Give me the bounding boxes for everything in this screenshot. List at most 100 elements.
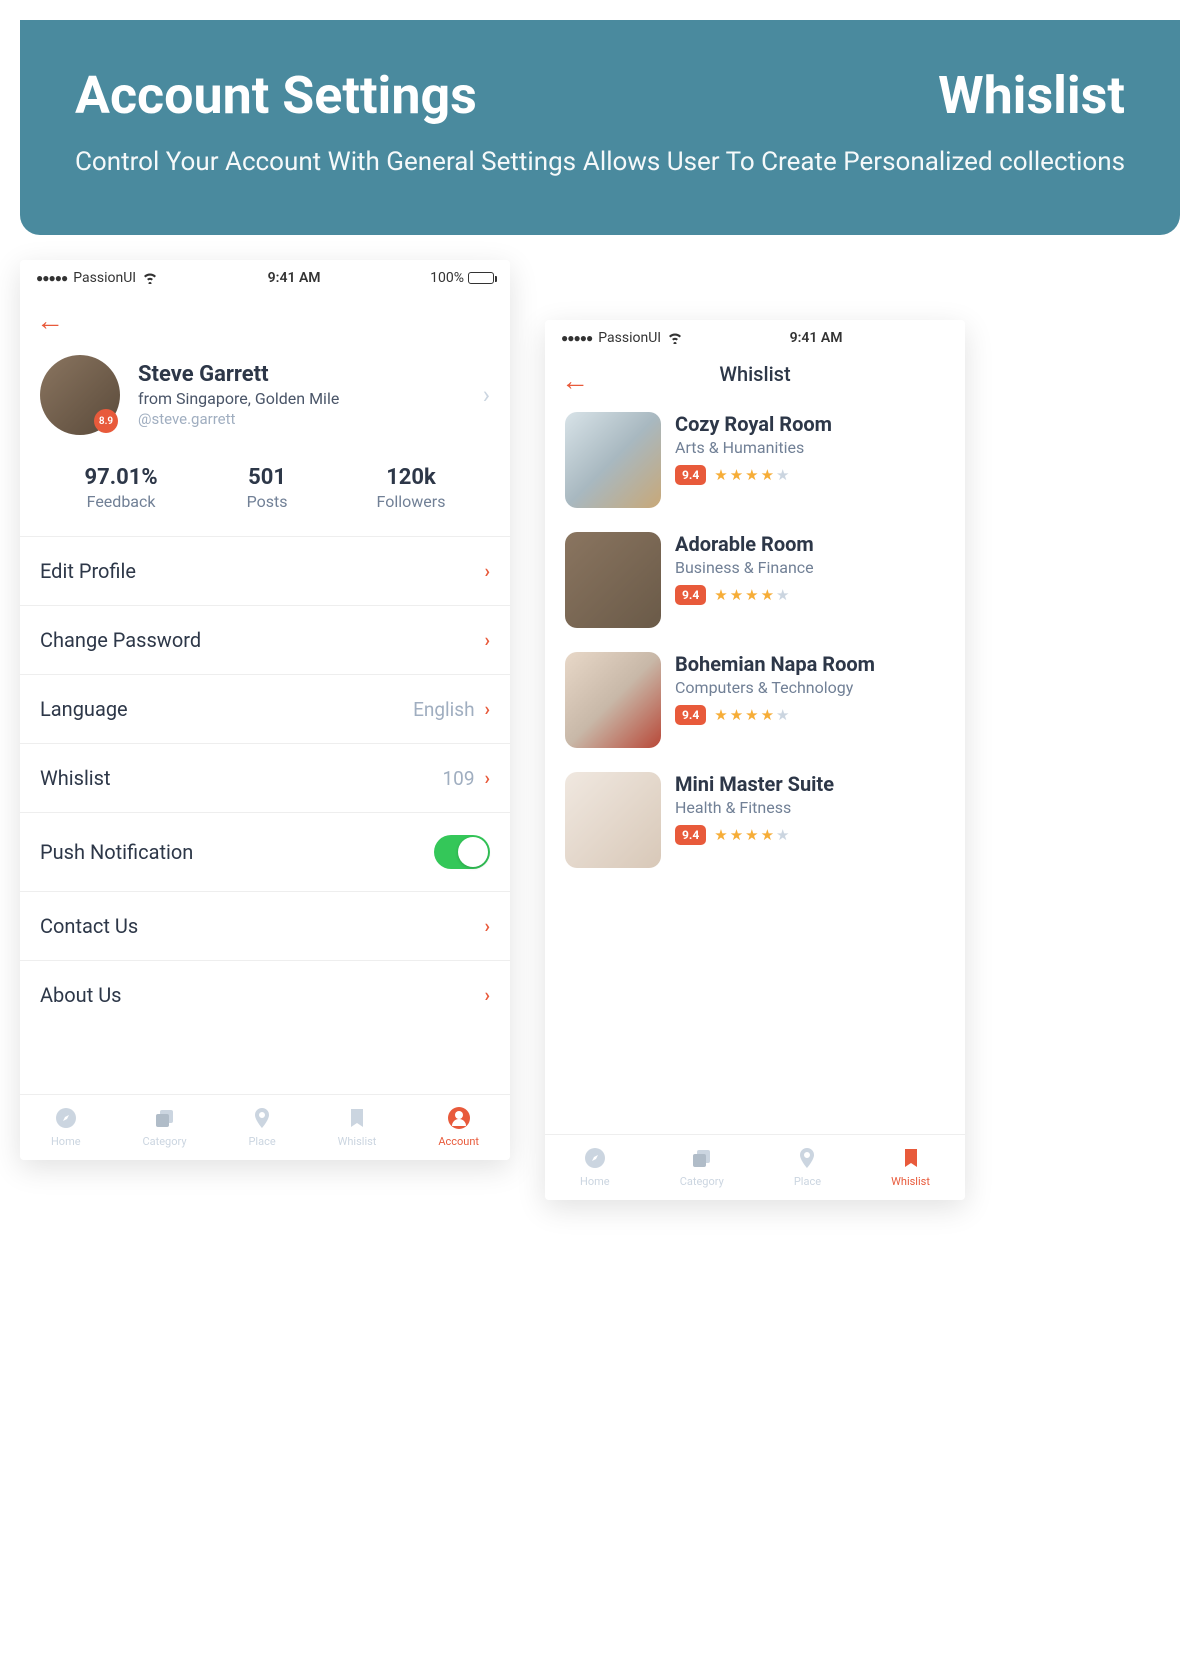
page-title: Whislist xyxy=(545,356,965,404)
wishlist-category: Health & Fitness xyxy=(675,798,945,817)
wishlist-item[interactable]: Mini Master Suite Health & Fitness 9.4 ★… xyxy=(545,764,965,884)
wishlist-name: Mini Master Suite xyxy=(675,772,945,796)
stat-followers: 120k Followers xyxy=(377,465,446,511)
wishlist-item[interactable]: Bohemian Napa Room Computers & Technolog… xyxy=(545,644,965,764)
bookmark-icon xyxy=(344,1105,370,1131)
tab-whislist[interactable]: Whislist xyxy=(891,1145,930,1188)
menu-change-password[interactable]: Change Password › xyxy=(20,606,510,675)
wishlist-category: Arts & Humanities xyxy=(675,438,945,457)
tab-category[interactable]: Category xyxy=(680,1145,724,1188)
menu-label: Whislist xyxy=(40,766,111,790)
menu-contact-us[interactable]: Contact Us › xyxy=(20,892,510,961)
tab-home[interactable]: Home xyxy=(580,1145,610,1188)
tab-label: Place xyxy=(248,1135,275,1148)
compass-icon xyxy=(582,1145,608,1171)
signal-dots-icon: ●●●●● xyxy=(561,331,592,345)
menu-label: Change Password xyxy=(40,628,201,652)
tab-category[interactable]: Category xyxy=(142,1105,186,1148)
tab-bar: Home Category Place Whislist Account xyxy=(20,1094,510,1160)
wishlist-item[interactable]: Cozy Royal Room Arts & Humanities 9.4 ★★… xyxy=(545,404,965,524)
wifi-icon xyxy=(667,332,683,344)
back-button[interactable]: ← xyxy=(20,296,510,345)
wishlist-item[interactable]: Adorable Room Business & Finance 9.4 ★★★… xyxy=(545,524,965,644)
bookmark-icon xyxy=(898,1145,924,1171)
header-left-col: Account Settings Control Your Account Wi… xyxy=(75,65,576,180)
chevron-right-icon: › xyxy=(485,630,490,651)
carrier-label: PassionUI xyxy=(73,270,136,286)
phone-whislist: ●●●●● PassionUI 9:41 AM ← Whislist Cozy … xyxy=(545,320,965,1200)
wishlist-name: Adorable Room xyxy=(675,532,945,556)
menu-label: Contact Us xyxy=(40,914,138,938)
wishlist-thumb xyxy=(565,412,661,508)
back-button[interactable]: ← xyxy=(545,356,605,405)
menu-label: Language xyxy=(40,697,128,721)
menu-language[interactable]: Language English › xyxy=(20,675,510,744)
wishlist-name: Bohemian Napa Room xyxy=(675,652,945,676)
stat-feedback: 97.01% Feedback xyxy=(85,465,158,511)
stars-icon: ★★★★★ xyxy=(714,706,791,724)
tab-label: Category xyxy=(680,1175,724,1188)
rating-badge: 9.4 xyxy=(675,705,706,725)
phone-account-settings: ●●●●● PassionUI 9:41 AM 100% ← 8.9 Steve… xyxy=(20,260,510,1160)
wishlist-category: Computers & Technology xyxy=(675,678,945,697)
whislist-count: 109 xyxy=(443,767,475,790)
stat-feedback-value: 97.01% xyxy=(85,465,158,490)
stat-feedback-label: Feedback xyxy=(85,492,158,511)
stat-followers-label: Followers xyxy=(377,492,446,511)
layers-icon xyxy=(152,1105,178,1131)
stars-icon: ★★★★★ xyxy=(714,826,791,844)
language-value: English xyxy=(413,698,474,721)
header-right-sub: Allows User To Create Personalized colle… xyxy=(583,144,1125,180)
tab-home[interactable]: Home xyxy=(51,1105,81,1148)
menu-label: Push Notification xyxy=(40,840,193,864)
profile-name: Steve Garrett xyxy=(138,362,465,387)
wishlist-name: Cozy Royal Room xyxy=(675,412,945,436)
menu-whislist[interactable]: Whislist 109 › xyxy=(20,744,510,813)
menu-label: About Us xyxy=(40,983,122,1007)
wifi-icon xyxy=(142,272,158,284)
chevron-right-icon: › xyxy=(485,916,490,937)
chevron-right-icon: › xyxy=(485,561,490,582)
tab-label: Whislist xyxy=(891,1175,930,1188)
wishlist-thumb xyxy=(565,772,661,868)
battery-percent: 100% xyxy=(430,270,464,286)
menu-label: Edit Profile xyxy=(40,559,136,583)
wishlist-thumb xyxy=(565,532,661,628)
rating-badge: 9.4 xyxy=(675,585,706,605)
back-arrow-icon: ← xyxy=(561,364,589,397)
pin-icon xyxy=(794,1145,820,1171)
tab-place[interactable]: Place xyxy=(248,1105,275,1148)
battery-icon xyxy=(468,272,494,284)
stat-posts-label: Posts xyxy=(247,492,288,511)
tab-label: Home xyxy=(51,1135,81,1148)
user-icon xyxy=(446,1105,472,1131)
wishlist-category: Business & Finance xyxy=(675,558,945,577)
header-right-col: Whislist Allows User To Create Personali… xyxy=(583,65,1125,180)
tab-label: Category xyxy=(142,1135,186,1148)
tab-label: Place xyxy=(794,1175,821,1188)
header-banner: Account Settings Control Your Account Wi… xyxy=(20,20,1180,235)
avatar: 8.9 xyxy=(40,355,120,435)
compass-icon xyxy=(53,1105,79,1131)
tab-account[interactable]: Account xyxy=(438,1105,479,1148)
menu-edit-profile[interactable]: Edit Profile › xyxy=(20,537,510,606)
pin-icon xyxy=(249,1105,275,1131)
header-left-title: Account Settings xyxy=(75,65,576,126)
chevron-right-icon: › xyxy=(485,768,490,789)
stat-posts-value: 501 xyxy=(247,465,288,490)
menu-about-us[interactable]: About Us › xyxy=(20,961,510,1029)
back-arrow-icon: ← xyxy=(36,304,64,337)
signal-dots-icon: ●●●●● xyxy=(36,271,67,285)
profile-row[interactable]: 8.9 Steve Garrett from Singapore, Golden… xyxy=(20,345,510,455)
stars-icon: ★★★★★ xyxy=(714,586,791,604)
profile-location: from Singapore, Golden Mile xyxy=(138,389,465,408)
tab-place[interactable]: Place xyxy=(794,1145,821,1188)
tab-bar: Home Category Place Whislist xyxy=(545,1134,965,1200)
stat-posts: 501 Posts xyxy=(247,465,288,511)
tab-whislist[interactable]: Whislist xyxy=(338,1105,377,1148)
push-toggle[interactable] xyxy=(434,835,490,869)
carrier-label: PassionUI xyxy=(598,330,661,346)
avatar-badge: 8.9 xyxy=(94,409,118,433)
menu-push-notification: Push Notification xyxy=(20,813,510,892)
status-bar: ●●●●● PassionUI 9:41 AM xyxy=(545,320,965,356)
